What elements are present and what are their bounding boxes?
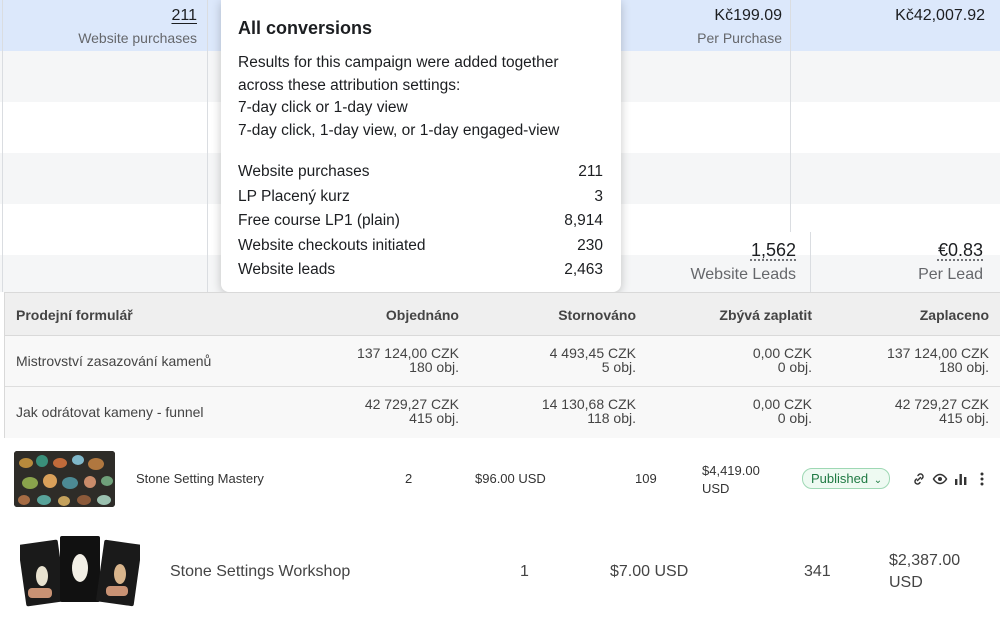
conversion-row: Website purchases 211	[238, 160, 603, 185]
paid-count: 180 obj.	[939, 359, 989, 375]
tooltip-desc-line: across these attribution settings:	[238, 76, 461, 94]
paid-amount: 137 124,00 CZK	[887, 345, 989, 361]
eye-icon[interactable]	[932, 471, 948, 487]
remaining-count: 0 obj.	[777, 410, 812, 426]
column-divider	[790, 0, 791, 232]
conversions-breakdown: Website purchases 211 LP Placený kurz 3 …	[238, 160, 603, 283]
column-divider	[810, 232, 811, 292]
website-leads-label: Website Leads	[690, 266, 796, 283]
conversion-value: 2,463	[564, 261, 603, 279]
cancelled-amount: 4 493,45 CZK	[549, 345, 636, 361]
cancelled-cell: 14 130,68 CZK 118 obj.	[542, 397, 636, 425]
product-quantity: 1	[520, 563, 529, 580]
per-lead-value[interactable]: €0.83	[938, 240, 983, 261]
remaining-cell: 0,00 CZK 0 obj.	[753, 397, 812, 425]
product-thumbnail[interactable]	[20, 534, 140, 608]
all-conversions-tooltip: All conversions Results for this campaig…	[221, 0, 621, 292]
cancelled-cell: 4 493,45 CZK 5 obj.	[550, 346, 636, 374]
conversion-value: 8,914	[564, 212, 603, 230]
conversion-label: Free course LP1 (plain)	[238, 212, 400, 230]
paid-cell: 137 124,00 CZK 180 obj.	[887, 346, 989, 374]
tooltip-description: Results for this campaign were added tog…	[238, 52, 603, 142]
tooltip-desc-line: Results for this campaign were added tog…	[238, 54, 559, 71]
product-quantity: 2	[405, 471, 413, 486]
chevron-down-icon: ⌄	[873, 475, 883, 486]
remaining-count: 0 obj.	[777, 359, 812, 375]
cancelled-count: 5 obj.	[601, 359, 636, 375]
ordered-cell: 137 124,00 CZK 180 obj.	[357, 346, 459, 374]
product-row[interactable]: Stone Settings Workshop 1 $7.00 USD 341 …	[0, 520, 1000, 629]
product-revenue: $2,387.00 USD	[889, 550, 960, 594]
product-sales: 341	[804, 563, 831, 580]
ordered-cell: 42 729,27 CZK 415 obj.	[365, 397, 459, 425]
ordered-count: 180 obj.	[409, 359, 459, 375]
conversion-value: 211	[578, 163, 603, 181]
conversion-row: LP Placený kurz 3	[238, 185, 603, 210]
remaining-amount: 0,00 CZK	[752, 345, 812, 361]
product-price: $96.00 USD	[475, 471, 546, 486]
cancelled-count: 118 obj.	[587, 410, 636, 426]
conversion-row: Free course LP1 (plain) 8,914	[238, 209, 603, 234]
status-label: Published	[811, 471, 869, 486]
website-purchases-value[interactable]: 211	[171, 7, 197, 25]
column-header-remaining[interactable]: Zbývá zaplatit	[719, 307, 812, 323]
product-thumbnail[interactable]	[14, 451, 115, 507]
product-sales: 109	[635, 471, 657, 486]
product-name[interactable]: Stone Setting Mastery	[136, 471, 264, 486]
cancelled-amount: 14 130,68 CZK	[541, 396, 636, 412]
product-revenue: $4,419.00 USD	[702, 462, 760, 498]
conversion-label: LP Placený kurz	[238, 187, 350, 205]
product-name[interactable]: Stone Settings Workshop	[170, 563, 350, 581]
conversion-row: Website checkouts initiated 230	[238, 234, 603, 259]
ordered-amount: 137 124,00 CZK	[357, 345, 459, 361]
gemstones-image	[14, 451, 115, 507]
conversion-row: Website leads 2,463	[238, 258, 603, 283]
table-row[interactable]: Mistrovství zasazování kamenů 137 124,00…	[5, 336, 1000, 387]
revenue-currency: USD	[702, 481, 730, 496]
order-forms-table: Prodejní formulář Objednáno Stornováno Z…	[4, 292, 1000, 438]
conversion-label: Website checkouts initiated	[238, 236, 426, 254]
column-divider	[2, 0, 3, 292]
paid-cell: 42 729,27 CZK 415 obj.	[895, 397, 989, 425]
workshop-cards-image	[20, 536, 140, 607]
per-lead-label: Per Lead	[918, 266, 983, 283]
tooltip-title: All conversions	[238, 18, 373, 38]
cost-per-purchase-value: Kč199.09	[714, 7, 782, 24]
conversion-label: Website purchases	[238, 163, 370, 181]
conversion-label: Website leads	[238, 261, 336, 279]
column-header-cancelled[interactable]: Stornováno	[558, 307, 636, 323]
form-name[interactable]: Jak odrátovat kameny - funnel	[16, 404, 204, 420]
column-header-paid[interactable]: Zaplaceno	[920, 307, 989, 323]
website-leads-value[interactable]: 1,562	[751, 240, 796, 261]
revenue-currency: USD	[889, 574, 923, 591]
product-price: $7.00 USD	[610, 563, 689, 580]
amount-spent-value: Kč42,007.92	[895, 7, 985, 24]
ordered-count: 415 obj.	[409, 410, 459, 426]
cost-per-purchase-label: Per Purchase	[697, 30, 782, 46]
column-header-form[interactable]: Prodejní formulář	[16, 307, 133, 323]
revenue-amount: $2,387.00	[889, 552, 961, 569]
link-icon[interactable]	[911, 471, 927, 487]
bar-chart-icon[interactable]	[953, 471, 969, 487]
remaining-amount: 0,00 CZK	[752, 396, 812, 412]
column-divider	[207, 0, 208, 292]
tooltip-desc-line: 7-day click, 1-day view, or 1-day engage…	[238, 121, 560, 139]
table-header: Prodejní formulář Objednáno Stornováno Z…	[5, 293, 1000, 336]
more-icon[interactable]	[974, 471, 990, 487]
remaining-cell: 0,00 CZK 0 obj.	[753, 346, 812, 374]
conversion-value: 3	[594, 187, 603, 205]
paid-amount: 42 729,27 CZK	[894, 396, 989, 412]
table-row[interactable]: Jak odrátovat kameny - funnel 42 729,27 …	[5, 387, 1000, 438]
status-badge[interactable]: Published ⌄	[802, 468, 891, 489]
form-name[interactable]: Mistrovství zasazování kamenů	[16, 353, 211, 369]
paid-count: 415 obj.	[939, 410, 989, 426]
website-purchases-label: Website purchases	[78, 30, 197, 46]
tooltip-desc-line: 7-day click or 1-day view	[238, 99, 408, 116]
column-header-ordered[interactable]: Objednáno	[386, 307, 459, 323]
revenue-amount: $4,419.00	[702, 463, 760, 478]
ordered-amount: 42 729,27 CZK	[364, 396, 459, 412]
product-row[interactable]: Stone Setting Mastery 2 $96.00 USD 109 $…	[0, 438, 1000, 520]
conversion-value: 230	[577, 236, 603, 254]
